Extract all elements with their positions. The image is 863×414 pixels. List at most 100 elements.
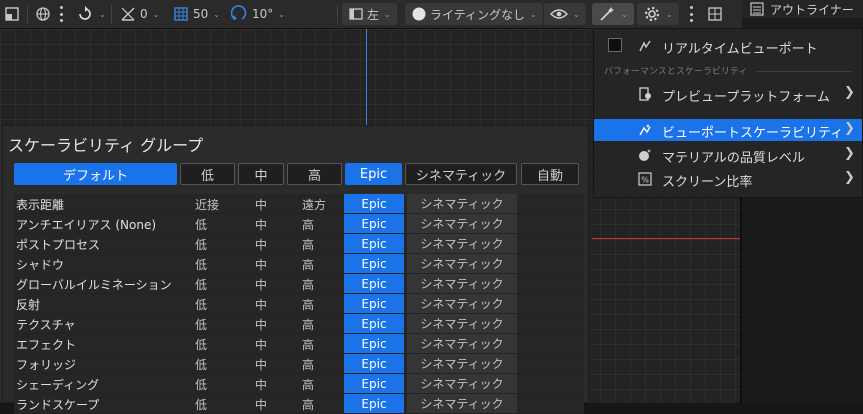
preset-auto-button[interactable]: 自動 <box>521 163 579 185</box>
level-cinematic-option[interactable]: シネマティック <box>407 374 517 393</box>
level-low-option[interactable]: 低 <box>195 316 207 333</box>
level-high-option[interactable]: 高 <box>302 356 314 373</box>
setting-name: エフェクト <box>16 338 77 352</box>
scalability-row: 表示距離 近接 中 遠方 Epic シネマティック <box>14 194 584 214</box>
level-low-option[interactable]: 低 <box>195 336 207 353</box>
level-low-option[interactable]: 低 <box>195 356 207 373</box>
level-epic-option[interactable]: Epic <box>344 234 404 253</box>
preset-epic-button[interactable]: Epic <box>345 163 402 185</box>
level-high-option[interactable]: 高 <box>302 376 314 393</box>
level-low-option[interactable]: 低 <box>195 296 207 313</box>
level-high-option[interactable]: 高 <box>302 316 314 333</box>
level-epic-option[interactable]: Epic <box>344 394 404 413</box>
level-low-option[interactable]: 低 <box>195 376 207 393</box>
level-low-option[interactable]: 低 <box>195 256 207 273</box>
level-medium-option[interactable]: 中 <box>255 196 267 213</box>
level-epic-option[interactable]: Epic <box>344 354 404 373</box>
level-medium-option[interactable]: 中 <box>255 256 267 273</box>
level-medium-option[interactable]: 中 <box>255 296 267 313</box>
level-epic-option[interactable]: Epic <box>344 254 404 273</box>
level-medium-option[interactable]: 中 <box>255 316 267 333</box>
maximize-viewport-icon[interactable] <box>4 4 20 24</box>
level-low-option[interactable]: 低 <box>195 396 207 413</box>
level-epic-option[interactable]: Epic <box>344 314 404 333</box>
menu-item-label: ビューポートスケーラビリティ <box>662 126 844 141</box>
level-epic-option[interactable]: Epic <box>344 194 404 213</box>
level-high-option[interactable]: 高 <box>302 236 314 253</box>
surface-snap-button[interactable]: ⌄ <box>76 4 106 24</box>
transform-options-menu[interactable] <box>60 6 63 22</box>
lighting-mode-dropdown[interactable]: ライティングなし ⌄ <box>405 3 543 25</box>
eye-icon <box>550 9 568 19</box>
level-cinematic-option[interactable]: シネマティック <box>407 274 517 293</box>
level-epic-option[interactable]: Epic <box>344 214 404 233</box>
menu-item-material-quality[interactable]: マテリアルの品質レベル ❯ <box>594 144 862 166</box>
level-high-option[interactable]: 高 <box>302 256 314 273</box>
level-high-option[interactable]: 高 <box>302 216 314 233</box>
level-low-option[interactable]: 低 <box>195 236 207 253</box>
level-high-option[interactable]: 高 <box>302 336 314 353</box>
level-cinematic-option[interactable]: シネマティック <box>407 314 517 333</box>
level-epic-option[interactable]: Epic <box>344 294 404 313</box>
viewport-layout-icon[interactable] <box>707 4 723 24</box>
sphere-icon <box>412 7 426 21</box>
grid-snap-control[interactable]: 50 ⌄ <box>172 4 220 24</box>
level-cinematic-option[interactable]: シネマティック <box>407 294 517 313</box>
outliner-tab[interactable]: アウトライナー <box>742 0 863 18</box>
preset-high-button[interactable]: 高 <box>287 163 342 185</box>
level-low-option[interactable]: 低 <box>195 276 207 293</box>
level-cinematic-option[interactable]: シネマティック <box>407 354 517 373</box>
show-flags-dropdown[interactable]: ⌄ <box>544 3 586 25</box>
menu-item-preview-platform[interactable]: プレビュープラットフォーム ❯ <box>594 83 862 105</box>
scalability-settings-list: 表示距離 近接中遠方 Epic シネマティック アンチエイリアス (None) 低中高 Ep… <box>14 194 584 414</box>
performance-scalability-dropdown[interactable]: ⌄ <box>592 3 634 25</box>
level-low-option[interactable]: 近接 <box>195 196 219 213</box>
preset-default-button[interactable]: デフォルト <box>14 163 177 185</box>
world-space-icon[interactable] <box>35 4 51 24</box>
rotation-snap-control[interactable]: 0 ⌄ <box>119 4 159 24</box>
menu-item-screen-percentage[interactable]: % スクリーン比率 ❯ <box>594 168 862 190</box>
level-medium-option[interactable]: 中 <box>255 336 267 353</box>
level-low-option[interactable]: 低 <box>195 216 207 233</box>
level-cinematic-option[interactable]: シネマティック <box>407 254 517 273</box>
setting-name: グローバルイルミネーション <box>16 278 172 292</box>
scalability-row: アンチエイリアス (None) 低 中 高 Epic シネマティック <box>14 214 584 234</box>
menu-item-realtime-viewport[interactable]: リアルタイムビューポート <box>594 35 862 57</box>
level-cinematic-option[interactable]: シネマティック <box>407 394 517 413</box>
preset-low-button[interactable]: 低 <box>180 163 235 185</box>
level-epic-option[interactable]: Epic <box>344 274 404 293</box>
settings-dropdown[interactable]: ⌄ <box>637 3 679 25</box>
preset-medium-button[interactable]: 中 <box>238 163 284 185</box>
screen-percentage-icon: % <box>638 172 652 186</box>
level-medium-option[interactable]: 中 <box>255 216 267 233</box>
level-high-option[interactable]: 高 <box>302 296 314 313</box>
material-quality-icon <box>639 149 651 161</box>
grid-snap-icon <box>174 7 188 21</box>
level-epic-option[interactable]: Epic <box>344 334 404 353</box>
level-medium-option[interactable]: 中 <box>255 356 267 373</box>
gear-icon <box>644 6 660 22</box>
angle-snap-control[interactable]: 10° ⌄ <box>231 4 285 24</box>
setting-name: ポストプロセス <box>16 238 101 252</box>
scalability-group-panel: スケーラビリティ グループ デフォルト 低 中 高 Epic シネマティック 自… <box>2 125 589 414</box>
menu-item-viewport-scalability[interactable]: ビューポートスケーラビリティ ❯ <box>594 119 862 141</box>
viewport-options-menu[interactable] <box>690 6 693 22</box>
level-cinematic-option[interactable]: シネマティック <box>407 194 517 213</box>
level-high-option[interactable]: 高 <box>302 276 314 293</box>
setting-name: シャドウ <box>16 258 65 272</box>
level-cinematic-option[interactable]: シネマティック <box>407 234 517 253</box>
level-high-option[interactable]: 遠方 <box>302 196 326 213</box>
level-cinematic-option[interactable]: シネマティック <box>407 334 517 353</box>
preset-cinematic-button[interactable]: シネマティック <box>405 163 517 185</box>
x-axis-line <box>592 238 740 239</box>
level-high-option[interactable]: 高 <box>302 396 314 413</box>
view-mode-dropdown[interactable]: 左 ⌄ <box>342 3 397 25</box>
level-cinematic-option[interactable]: シネマティック <box>407 214 517 233</box>
preview-platform-icon <box>639 87 651 101</box>
level-medium-option[interactable]: 中 <box>255 376 267 393</box>
level-epic-option[interactable]: Epic <box>344 374 404 393</box>
level-medium-option[interactable]: 中 <box>255 236 267 253</box>
level-medium-option[interactable]: 中 <box>255 276 267 293</box>
level-medium-option[interactable]: 中 <box>255 396 267 413</box>
scalability-row: ポストプロセス 低 中 高 Epic シネマティック <box>14 234 584 254</box>
